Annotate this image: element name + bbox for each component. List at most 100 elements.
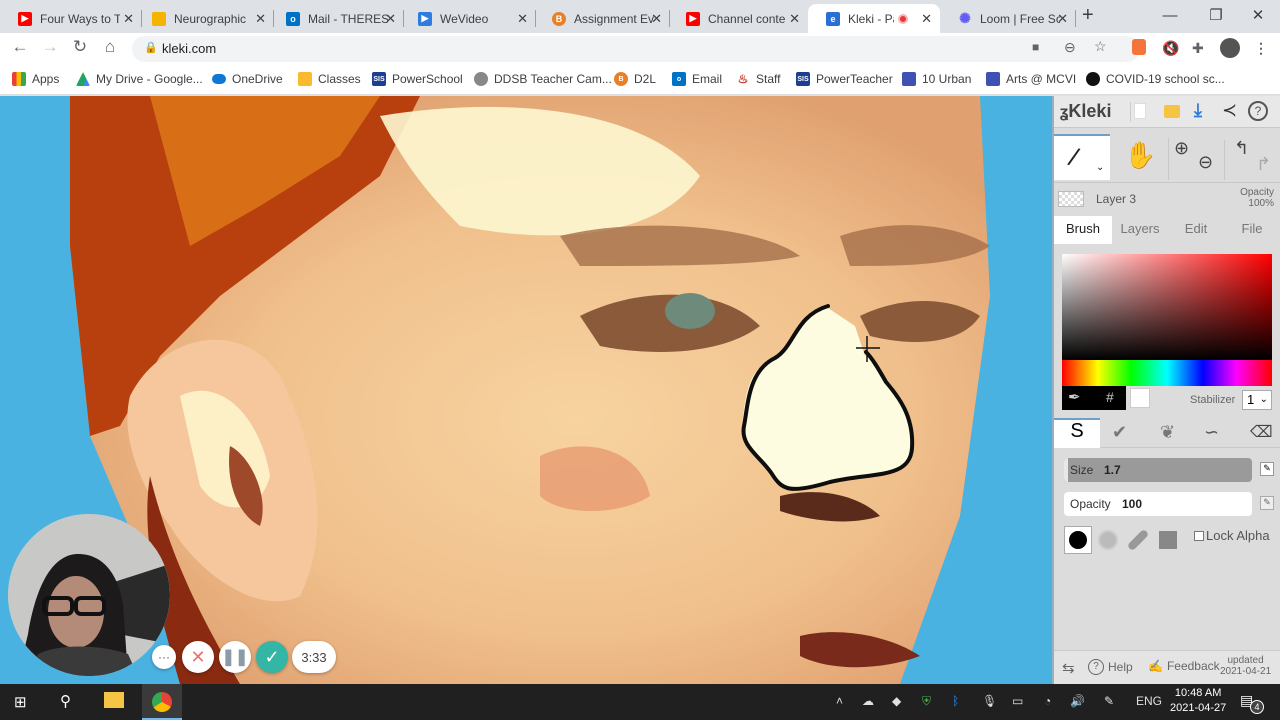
chrome-taskbar-button[interactable]: [142, 684, 182, 720]
home-button[interactable]: ⌂: [98, 37, 122, 57]
download-icon[interactable]: ⤓: [1194, 100, 1202, 121]
blend-brush-icon[interactable]: ✔: [1112, 422, 1127, 443]
zoom-in-icon[interactable]: ⊕: [1174, 138, 1189, 159]
bookmark-d2l[interactable]: B D2L: [614, 72, 656, 86]
bookmark-10-urban[interactable]: 10 Urban: [902, 72, 971, 86]
address-bar[interactable]: 🔒 kleki.com ■ ⊖ ☆: [132, 36, 1140, 62]
alert-tray-icon[interactable]: ◆: [892, 694, 901, 708]
pen-brush-icon[interactable]: S: [1054, 418, 1100, 448]
browser-tab[interactable]: ▶ WeVideo ✕: [400, 4, 536, 33]
windows-start-icon[interactable]: ⊞: [14, 693, 27, 711]
volume-icon[interactable]: 🔊: [1070, 694, 1085, 708]
security-shield-icon[interactable]: ⛨: [922, 694, 931, 709]
tray-overflow-icon[interactable]: ˄: [836, 694, 843, 708]
forward-button[interactable]: →: [38, 37, 62, 57]
language-indicator[interactable]: ENG: [1136, 694, 1162, 708]
wifi-icon[interactable]: ◔: [1044, 694, 1051, 708]
browser-tab[interactable]: ▶ Channel conte ✕: [668, 4, 808, 33]
loom-finish-button[interactable]: ✓: [256, 641, 288, 673]
restore-button[interactable]: ❐: [1194, 0, 1238, 30]
bookmark-email[interactable]: o Email: [672, 72, 722, 86]
bookmark-covid-school[interactable]: COVID-19 school sc...: [1086, 72, 1225, 86]
eraser-icon[interactable]: ⌫: [1250, 422, 1273, 442]
back-button[interactable]: ←: [8, 37, 32, 57]
browser-tab[interactable]: ▶ Four Ways to T ✕: [0, 4, 142, 33]
lock-alpha-checkbox[interactable]: Lock Alpha: [1194, 528, 1270, 543]
close-tab-icon[interactable]: ✕: [921, 11, 932, 27]
bookmark-my-drive[interactable]: My Drive - Google...: [76, 72, 203, 86]
opacity-slider[interactable]: Opacity 100: [1064, 492, 1252, 516]
bookmark-ddsb-teacher-cam[interactable]: DDSB Teacher Cam...: [474, 72, 612, 86]
secondary-color-swatch[interactable]: [1130, 388, 1150, 408]
close-window-button[interactable]: ✕: [1236, 0, 1280, 30]
browser-tab[interactable]: Neurographic ✕: [134, 4, 274, 33]
loom-webcam-bubble[interactable]: [8, 514, 170, 676]
hue-slider[interactable]: [1062, 360, 1272, 386]
loom-cancel-button[interactable]: ✕: [182, 641, 214, 673]
onedrive-tray-icon[interactable]: ☁: [862, 694, 874, 708]
eyedropper-icon[interactable]: ✒: [1068, 388, 1081, 406]
tab-edit[interactable]: Edit: [1168, 216, 1224, 244]
close-tab-icon[interactable]: ✕: [1057, 11, 1068, 27]
stabilizer-select[interactable]: 1 ⌄: [1242, 390, 1272, 410]
sketchy-brush-icon[interactable]: ❦: [1160, 422, 1175, 443]
menu-kebab-icon[interactable]: ⋮: [1254, 40, 1268, 57]
undo-icon[interactable]: ↰: [1234, 138, 1249, 159]
bookmark-star-icon[interactable]: ☆: [1094, 38, 1107, 55]
browser-tab[interactable]: o Mail - THERES ✕: [268, 4, 404, 33]
extension-icon[interactable]: [1132, 39, 1146, 55]
minimize-button[interactable]: —: [1148, 0, 1192, 30]
help-icon[interactable]: ?: [1248, 101, 1268, 121]
hex-input-button[interactable]: #: [1106, 389, 1114, 405]
reload-button[interactable]: ↻: [68, 37, 92, 57]
close-tab-icon[interactable]: ✕: [123, 11, 134, 27]
microphone-icon[interactable]: 🎙: [982, 694, 997, 708]
bookmark-onedrive[interactable]: OneDrive: [212, 72, 283, 86]
swap-sides-icon[interactable]: ⇆: [1062, 659, 1075, 677]
new-file-icon[interactable]: [1134, 103, 1146, 119]
layer-row[interactable]: Layer 3 Opacity 100%: [1054, 182, 1280, 214]
pen-workspace-icon[interactable]: ✎: [1104, 694, 1114, 708]
browser-tab[interactable]: ✺ Loom | Free Sc ✕: [940, 4, 1076, 33]
color-saturation-picker[interactable]: [1062, 254, 1272, 360]
help-button[interactable]: ? Help: [1088, 659, 1133, 675]
new-tab-button[interactable]: +: [1082, 4, 1094, 27]
zoom-out-icon[interactable]: ⊖: [1198, 152, 1213, 173]
zoom-icon[interactable]: ⊖: [1064, 39, 1076, 56]
file-explorer-icon[interactable]: [104, 692, 124, 708]
brush-shape-chisel[interactable]: [1124, 526, 1152, 554]
edit-size-icon[interactable]: ✎: [1260, 462, 1274, 476]
profile-avatar[interactable]: [1220, 38, 1240, 58]
browser-tab[interactable]: B Assignment Ev ✕: [534, 4, 670, 33]
brush-shape-square[interactable]: [1154, 526, 1182, 554]
bookmark-classes[interactable]: Classes: [298, 72, 361, 86]
brush-shape-soft[interactable]: [1094, 526, 1122, 554]
redo-icon[interactable]: ↱: [1256, 154, 1271, 175]
bluetooth-icon[interactable]: ᛒ: [952, 694, 959, 708]
muted-tab-icon[interactable]: 🔇: [1162, 40, 1179, 57]
close-tab-icon[interactable]: ✕: [255, 11, 266, 27]
brush-shape-circle[interactable]: [1064, 526, 1092, 554]
loom-more-button[interactable]: ···: [152, 645, 176, 669]
clock[interactable]: 10:48 AM 2021-04-27: [1170, 686, 1226, 716]
url-text[interactable]: kleki.com: [162, 41, 216, 56]
share-icon[interactable]: ≺: [1222, 100, 1237, 121]
bookmark-apps[interactable]: Apps: [12, 72, 59, 86]
extensions-puzzle-icon[interactable]: ✚: [1192, 40, 1204, 57]
pixel-brush-icon[interactable]: ∽: [1204, 422, 1219, 443]
bookmark-powerschool[interactable]: SIS PowerSchool: [372, 72, 463, 86]
hand-tool-icon[interactable]: ✋: [1124, 140, 1156, 171]
notification-center-button[interactable]: ▤ 4: [1240, 692, 1264, 714]
brush-tool-button[interactable]: / ⌄: [1054, 134, 1110, 180]
tab-file[interactable]: File: [1224, 216, 1280, 244]
browser-tab-active[interactable]: e Kleki - Pai ✕: [808, 4, 940, 33]
camera-icon[interactable]: ■: [1032, 40, 1039, 54]
close-tab-icon[interactable]: ✕: [789, 11, 800, 27]
close-tab-icon[interactable]: ✕: [517, 11, 528, 27]
bookmark-arts-mcvi[interactable]: Arts @ MCVI: [986, 72, 1076, 86]
bookmark-powerteacher[interactable]: SIS PowerTeacher: [796, 72, 893, 86]
loom-pause-button[interactable]: ❚❚: [219, 641, 251, 673]
feedback-button[interactable]: ✍ Feedback: [1148, 659, 1220, 673]
chevron-down-icon[interactable]: ⌄: [1096, 162, 1104, 173]
tab-brush[interactable]: Brush: [1054, 216, 1112, 244]
